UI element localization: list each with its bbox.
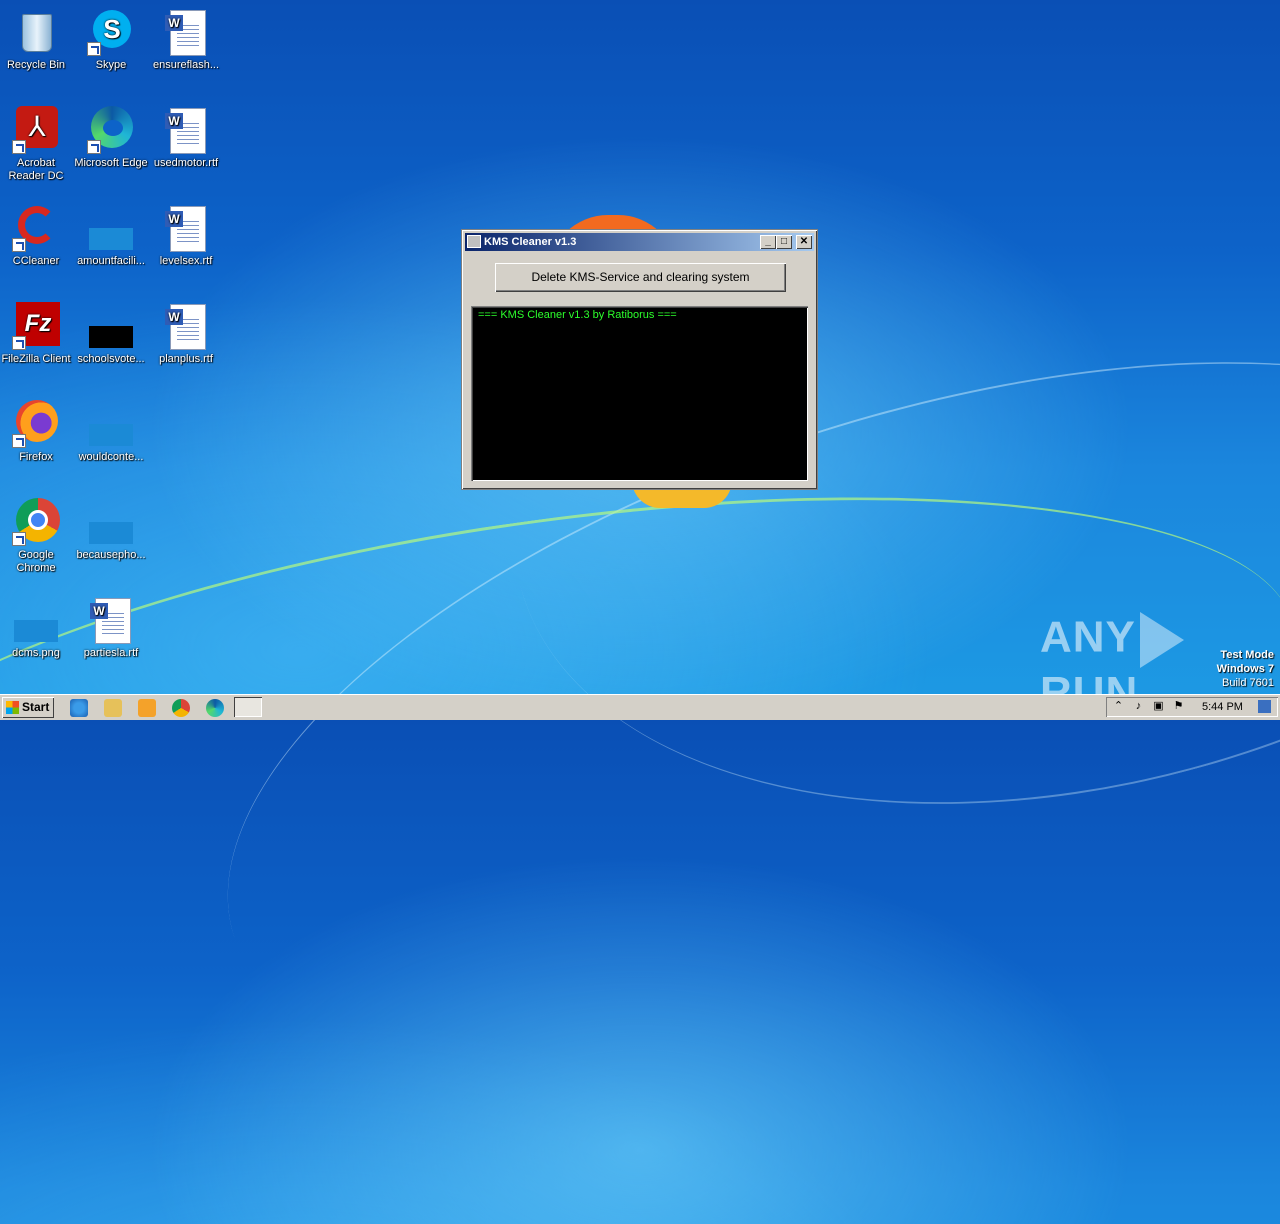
desktop-icon-label: wouldconte... [78,451,144,463]
desktop-icon-label: Recycle Bin [6,59,66,71]
desktop-icon-becausepho[interactable]: becausepho... [73,498,149,562]
skype-icon: S [87,8,135,56]
desktop-icon-label: dcms.png [12,647,60,659]
word-document-icon: W [87,596,135,644]
taskbar: Start ⌃ ♪ ▣ ⚑ 5:44 PM [0,694,1280,720]
image-file-icon [87,400,135,448]
show-desktop-icon[interactable] [1258,700,1271,713]
desktop-icon-schoolsvote[interactable]: schoolsvote... [73,302,149,366]
word-document-icon: W [162,302,210,350]
acrobat-icon: ⅄ [12,106,60,154]
desktop-icon-wouldconte[interactable]: wouldconte... [73,400,149,464]
desktop-icon-label: Acrobat Reader DC [8,157,64,182]
log-console: === KMS Cleaner v1.3 by Ratiborus === [471,306,808,481]
edge-taskbar-icon[interactable] [206,699,224,717]
media-player-icon[interactable] [138,699,156,717]
start-label: Start [22,700,50,714]
image-file-icon [12,596,60,644]
kms-cleaner-window: KMS Cleaner v1.3 _ □ ✕ Delete KMS-Servic… [461,229,818,490]
desktop-icon-label: FileZilla Client [1,353,71,365]
desktop-icon-label: Firefox [19,451,53,463]
system-tray: ⌃ ♪ ▣ ⚑ 5:44 PM [1106,697,1278,717]
desktop-icon-filezilla[interactable]: Fz FileZilla Client [0,302,74,366]
image-file-icon [87,204,135,252]
close-button[interactable]: ✕ [796,235,812,249]
clock[interactable]: 5:44 PM [1202,701,1243,713]
internet-explorer-icon[interactable] [70,699,88,717]
window-title: KMS Cleaner v1.3 [484,236,577,248]
firefox-icon [12,400,60,448]
desktop-icon-label: schoolsvote... [77,353,145,365]
maximize-button[interactable]: □ [776,235,792,249]
delete-kms-service-button[interactable]: Delete KMS-Service and clearing system [495,263,786,292]
desktop-icon-partiesla[interactable]: W partiesla.rtf [73,596,149,660]
desktop-icon-edge[interactable]: Microsoft Edge [73,106,149,170]
image-file-icon [87,302,135,350]
windows-version-line: Windows 7 [1216,663,1274,675]
desktop-icon-recycle-bin[interactable]: Recycle Bin [0,8,74,72]
chrome-taskbar-icon[interactable] [172,699,190,717]
file-explorer-icon[interactable] [104,699,122,717]
windows-logo-icon [6,701,19,714]
desktop-icon-chrome[interactable]: Google Chrome [0,498,74,575]
desktop-icon-dcms[interactable]: dcms.png [0,596,74,660]
word-document-icon: W [162,204,210,252]
watermark-text-left: ANY [1040,612,1136,662]
test-mode-notice: Test Mode Windows 7 Build 7601 [1217,648,1274,690]
test-mode-line: Test Mode [1220,649,1274,661]
desktop-icon-label: levelsex.rtf [159,255,213,267]
console-line: === KMS Cleaner v1.3 by Ratiborus === [478,309,677,321]
play-logo-icon [1139,612,1184,668]
desktop-icon-acrobat[interactable]: ⅄ Acrobat Reader DC [0,106,74,183]
desktop-icon-levelsex[interactable]: W levelsex.rtf [148,204,224,268]
desktop-icon-label: becausepho... [76,549,146,561]
app-icon [467,235,481,248]
kms-cleaner-taskbar-button[interactable] [234,697,262,717]
desktop-icon-ccleaner[interactable]: CCleaner [0,204,74,268]
action-center-flag-icon[interactable]: ⚑ [1172,700,1185,713]
minimize-button[interactable]: _ [760,235,776,249]
recycle-bin-icon [12,8,60,56]
desktop-icon-label: ensureflash... [152,59,220,71]
desktop-icon-ensureflash[interactable]: W ensureflash... [148,8,224,72]
build-line: Build 7601 [1222,677,1274,689]
window-titlebar[interactable]: KMS Cleaner v1.3 _ □ ✕ [465,233,814,251]
image-file-icon [87,498,135,546]
desktop-icon-label: usedmotor.rtf [153,157,219,169]
filezilla-icon: Fz [12,302,60,350]
desktop-icon-label: planplus.rtf [159,353,213,365]
edge-icon [87,106,135,154]
start-button[interactable]: Start [2,697,54,718]
desktop-icon-label: partiesla.rtf [83,647,139,659]
volume-icon[interactable]: ♪ [1132,700,1145,713]
word-document-icon: W [162,106,210,154]
network-icon[interactable]: ▣ [1152,700,1165,713]
desktop-icon-firefox[interactable]: Firefox [0,400,74,464]
show-hidden-icons-icon[interactable]: ⌃ [1112,700,1125,713]
desktop-icon-label: Google Chrome [16,549,56,574]
desktop-icon-label: amountfacili... [77,255,145,267]
desktop-icon-label: Microsoft Edge [74,157,148,169]
ccleaner-icon [12,204,60,252]
desktop-icon-label: Skype [95,59,127,71]
desktop-icon-skype[interactable]: S Skype [73,8,149,72]
chrome-icon [12,498,60,546]
word-document-icon: W [162,8,210,56]
desktop-icon-planplus[interactable]: W planplus.rtf [148,302,224,366]
desktop-icon-usedmotor[interactable]: W usedmotor.rtf [148,106,224,170]
desktop-icon-label: CCleaner [12,255,60,267]
desktop-icon-amountfacili[interactable]: amountfacili... [73,204,149,268]
